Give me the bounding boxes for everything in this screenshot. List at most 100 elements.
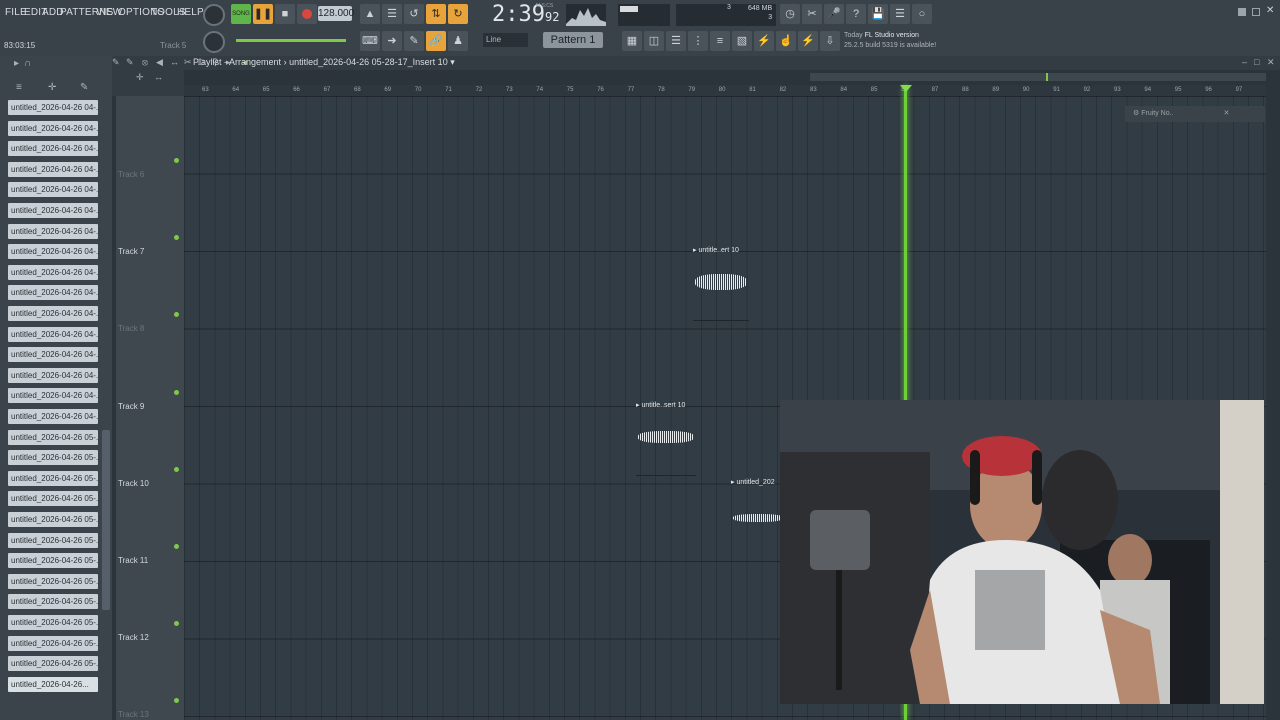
piano-roll-button[interactable]: ◫ [644, 31, 664, 51]
browser-item[interactable]: untitled_2026-04-26 04-... [8, 141, 98, 157]
track-enable-icon[interactable] [174, 390, 179, 395]
browser-item[interactable]: untitled_2026-04-26 04-... [8, 203, 98, 218]
browser-nav-icon[interactable]: ✛ [48, 82, 56, 93]
chat-button[interactable]: ○ [912, 4, 932, 24]
track-enable-icon[interactable] [174, 158, 179, 163]
loop-record-button[interactable]: ↻ [448, 4, 468, 24]
browser-item[interactable]: untitled_2026-04-26 05-... [8, 470, 98, 486]
channel-settings-button[interactable]: ≡ [710, 31, 730, 51]
browser-item[interactable]: untitled_2026-04-26 05-... [8, 615, 98, 630]
undo-history-button[interactable]: ◷ [780, 4, 800, 24]
track-enable-icon[interactable] [174, 312, 179, 317]
browser-item[interactable]: untitled_2026-04-26 05-... [8, 594, 98, 610]
track-label[interactable]: Track 11 [118, 556, 148, 565]
link-button[interactable]: 🔗 [426, 31, 446, 51]
typing-keyboard-button[interactable]: ⌨ [360, 31, 380, 51]
browser-item[interactable]: untitled_2026-04-26 04-... [8, 285, 98, 301]
track-label[interactable]: Track 7 [118, 247, 144, 256]
step-edit-button[interactable]: ⇅ [426, 4, 446, 24]
playlist-maximize-icon[interactable]: □ [1254, 57, 1259, 67]
track-enable-icon[interactable] [174, 544, 179, 549]
move-icon[interactable]: ✛ [136, 72, 144, 83]
browser-item[interactable]: untitled_2026-04-26 04-... [8, 264, 98, 280]
stop-button[interactable]: ■ [275, 4, 295, 24]
metronome-button[interactable]: ▲ [360, 4, 380, 24]
track-enable-icon[interactable] [174, 621, 179, 626]
channel-rack-button[interactable]: ☰ [666, 31, 686, 51]
menu-help[interactable]: HELP [177, 7, 204, 18]
help-button[interactable]: ? [846, 4, 866, 24]
tempo-display[interactable]: 128.000 [318, 6, 354, 21]
browser-item[interactable]: untitled_2026-04-26 04-... [8, 306, 98, 321]
close-icon[interactable]: ✕ [1266, 5, 1274, 16]
browser-item[interactable]: untitled_2026-04-26 04-... [8, 409, 98, 424]
track-enable-icon[interactable] [174, 698, 179, 703]
browser-item[interactable]: untitled_2026-04-26 05-... [8, 512, 98, 527]
zoom-fit-icon[interactable]: ↔ [154, 72, 163, 82]
browser-item[interactable]: untitled_2026-04-26 05-... [8, 491, 98, 507]
browser-scrollbar[interactable] [102, 430, 110, 610]
playlist-close-icon[interactable]: ✕ [1267, 57, 1275, 68]
plugin-picker-button[interactable]: ⚡ [754, 31, 774, 51]
browser-item[interactable]: untitled_2026-04-26 04-... [8, 100, 98, 115]
stamp-button[interactable]: ♟ [448, 31, 468, 51]
mixer-view-button[interactable]: ⋮ [688, 31, 708, 51]
track-enable-icon[interactable] [174, 467, 179, 472]
wait-input-button[interactable]: ☰ [382, 4, 402, 24]
playlist-button[interactable]: ▦ [622, 31, 642, 51]
track-label[interactable]: Track 13 [118, 710, 149, 719]
browser-item[interactable]: untitled_2026-04-26 05-... [8, 450, 98, 466]
browser-item[interactable]: untitled_2026-04-26 04-... [8, 244, 98, 260]
master-pitch-knob[interactable] [203, 31, 225, 53]
song-mode-button[interactable]: SONG [231, 4, 251, 24]
browser-item[interactable]: untitled_2026-04-26 05-... [8, 656, 98, 672]
pattern-selector[interactable]: Pattern 1 [543, 32, 603, 48]
play-icon[interactable]: ▸ [14, 58, 19, 69]
browser-item[interactable]: untitled_2026-04-26 05-... [8, 553, 98, 569]
browser-item[interactable]: untitled_2026-04-26 05-... [8, 573, 98, 589]
master-volume-knob[interactable] [203, 4, 225, 26]
slice-tool-icon[interactable]: ✂ [184, 57, 192, 68]
track-label[interactable]: Track 12 [118, 633, 149, 642]
browser-view-icon[interactable]: ≡ [16, 82, 22, 93]
delete-tool-icon[interactable]: ⦻ [142, 57, 148, 68]
touch-controller-button[interactable]: ☝ [776, 31, 796, 51]
slip-tool-icon[interactable]: ↔ [170, 57, 179, 67]
playhead-marker-icon[interactable] [900, 85, 912, 92]
record-button[interactable] [297, 4, 317, 24]
magnet-icon[interactable]: ∩ [24, 58, 31, 69]
maximize-icon[interactable] [1252, 8, 1260, 16]
tempo-tap-button[interactable]: ⚡ [798, 31, 818, 51]
paint-tool-icon[interactable]: ✎ [126, 57, 134, 68]
mic-button[interactable]: 🎤 [824, 4, 844, 24]
arrow-tool-button[interactable]: ➜ [382, 31, 402, 51]
track-label[interactable]: Track 6 [118, 170, 144, 179]
countdown-button[interactable]: ↺ [404, 4, 424, 24]
browser-item[interactable]: untitled_2026-04-26 04-... [8, 161, 98, 177]
horizontal-scrollbar[interactable] [810, 73, 1266, 81]
mixer-button[interactable]: ☰ [890, 4, 910, 24]
fruity-panel[interactable]: ⚙ Fruity No.. ✕ [1125, 106, 1265, 122]
mute-tool-icon[interactable]: ◀ [156, 57, 163, 68]
pencil-button[interactable]: ✎ [404, 31, 424, 51]
browser-button[interactable]: ▧ [732, 31, 752, 51]
cut-button[interactable]: ✂ [802, 4, 822, 24]
track-label[interactable]: Track 9 [118, 402, 144, 411]
audio-clip[interactable]: ▸ untitle..sert 10 [636, 399, 696, 476]
browser-edit-icon[interactable]: ✎ [80, 82, 88, 93]
download-button[interactable]: ⇩ [820, 31, 840, 51]
audio-clip[interactable]: ▸ untitle..ert 10 [693, 244, 749, 321]
browser-item[interactable]: untitled_2026-04-26 04-... [8, 120, 98, 136]
track-label[interactable]: Track 10 [118, 479, 149, 488]
browser-item[interactable]: untitled_2026-04-26 05-... [8, 429, 98, 445]
save-button[interactable]: 💾 [868, 4, 888, 24]
browser-item[interactable]: untitled_2026-04-26 05-... [8, 635, 98, 651]
playlist-minimize-icon[interactable]: – [1242, 57, 1247, 67]
dropdown-icon[interactable]: ▾ [450, 57, 455, 67]
track-label[interactable]: Track 8 [118, 324, 144, 333]
pencil-tool-icon[interactable]: ✎ [112, 57, 120, 68]
browser-item[interactable]: untitled_2026-04-26 04-... [8, 347, 98, 363]
minimize-icon[interactable] [1238, 8, 1246, 16]
browser-item[interactable]: untitled_2026-04-26 04-... [8, 367, 98, 383]
browser-item[interactable]: untitled_2026-04-26 04-... [8, 182, 98, 198]
